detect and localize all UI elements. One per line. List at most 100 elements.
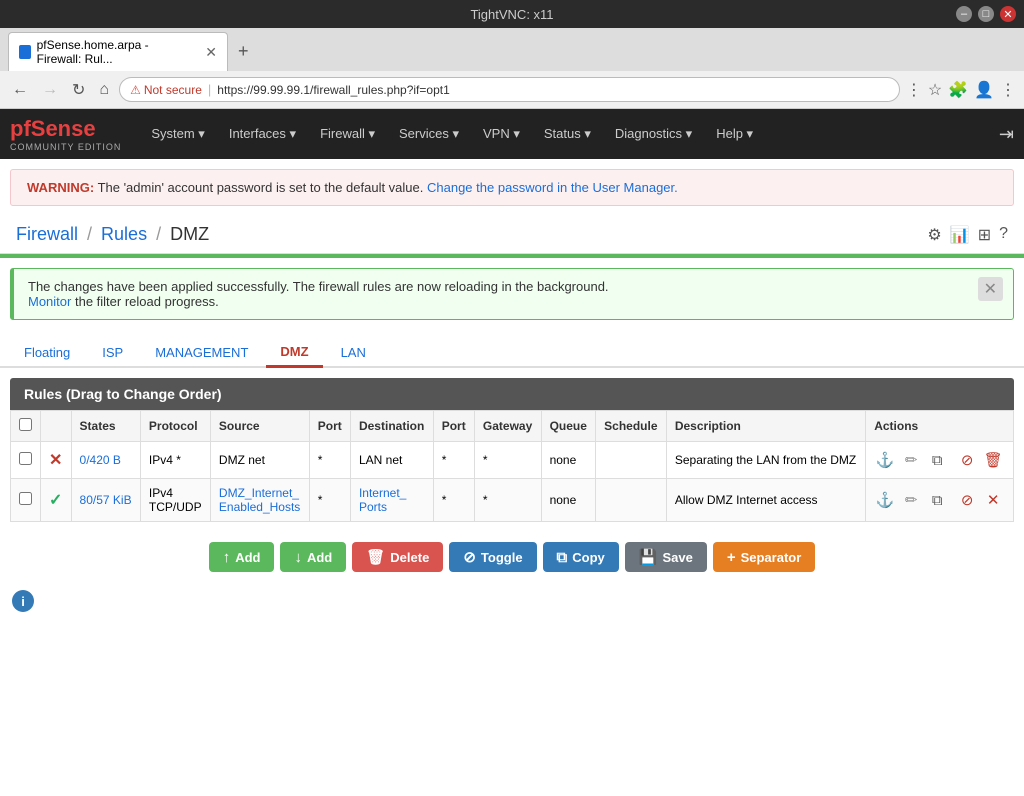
row2-gateway: *	[474, 479, 541, 522]
address-bar[interactable]: ⚠ Not secure | https://99.99.99.1/firewa…	[119, 77, 900, 102]
green-separator	[0, 254, 1024, 258]
col-dst-port: Port	[433, 411, 474, 442]
success-alert: The changes have been applied successful…	[10, 268, 1014, 320]
breadcrumb-sep2: /	[156, 224, 166, 244]
add-down-label: Add	[307, 550, 332, 565]
logout-icon[interactable]: ⇥	[999, 124, 1014, 145]
save-button[interactable]: 💾 Save	[625, 542, 707, 572]
browser-tab[interactable]: pfSense.home.arpa - Firewall: Rul... ✕	[8, 32, 228, 71]
row2-description: Allow DMZ Internet access	[666, 479, 865, 522]
col-checkbox	[11, 411, 41, 442]
toggle-label: Toggle	[481, 550, 523, 565]
nav-system[interactable]: System ▾	[141, 120, 214, 148]
logo-pf: pf	[10, 116, 31, 141]
add-down-button[interactable]: ↓ Add	[280, 542, 346, 572]
row1-delete-icon[interactable]: 🗑	[982, 449, 1004, 471]
warning-text: The 'admin' account password is set to t…	[98, 180, 427, 195]
toggle-button[interactable]: ⊘ Toggle	[449, 542, 536, 572]
profile-icon[interactable]: 👤	[974, 80, 994, 100]
extension-icon[interactable]: 🧩	[948, 80, 968, 100]
monitor-link[interactable]: Monitor	[28, 294, 71, 309]
security-warning: ⚠ Not secure	[130, 83, 202, 97]
titlebar-title: TightVNC: x11	[470, 7, 553, 22]
header-chart-icon[interactable]: 📊	[950, 225, 970, 245]
nav-diagnostics[interactable]: Diagnostics ▾	[605, 120, 702, 148]
nav-vpn[interactable]: VPN ▾	[473, 120, 530, 148]
alert-close-button[interactable]: ✕	[978, 277, 1003, 301]
select-all-checkbox[interactable]	[19, 418, 32, 431]
row1-anchor-icon[interactable]: ⚓	[874, 449, 896, 471]
close-button[interactable]: ✕	[1000, 6, 1016, 22]
row1-actions: ⚓ ✏ ⧉ ⊘ 🗑	[866, 442, 1014, 479]
header-grid-icon[interactable]: ⊞	[978, 225, 991, 245]
bookmark-icon[interactable]: ☆	[928, 80, 942, 100]
separator-button[interactable]: + Separator	[713, 542, 815, 572]
header-help-icon[interactable]: ?	[999, 225, 1008, 245]
nav-interfaces[interactable]: Interfaces ▾	[219, 120, 306, 148]
home-button[interactable]: ⌂	[95, 79, 113, 101]
breadcrumb-rules[interactable]: Rules	[101, 224, 147, 244]
security-label: Not secure	[144, 83, 202, 97]
warning-banner: WARNING: The 'admin' account password is…	[10, 169, 1014, 206]
row2-disable-icon[interactable]: ⊘	[956, 489, 978, 511]
copy-button[interactable]: ⧉ Copy	[543, 542, 619, 572]
success-text: The changes have been applied successful…	[28, 279, 609, 294]
col-gateway: Gateway	[474, 411, 541, 442]
nav-status[interactable]: Status ▾	[534, 120, 601, 148]
col-destination: Destination	[350, 411, 433, 442]
info-row: i	[0, 582, 1024, 620]
row2-badge-cell: ✓	[41, 479, 72, 522]
row1-badge-cell: ✕	[41, 442, 72, 479]
row2-anchor-icon[interactable]: ⚓	[874, 489, 896, 511]
back-button[interactable]: ←	[8, 79, 32, 101]
tab-close-icon[interactable]: ✕	[205, 44, 217, 61]
row2-dest-link[interactable]: Internet_Ports	[359, 486, 406, 514]
nav-help[interactable]: Help ▾	[706, 120, 763, 148]
add-up-button[interactable]: ↑ Add	[209, 542, 275, 572]
nav-menu: System ▾ Interfaces ▾ Firewall ▾ Service…	[141, 120, 999, 148]
row2-states-link[interactable]: 80/57 KiB	[80, 493, 132, 507]
tab-dmz[interactable]: DMZ	[266, 338, 322, 368]
row2-checkbox[interactable]	[19, 492, 32, 505]
row1-disable-icon[interactable]: ⊘	[956, 449, 978, 471]
row2-source-link[interactable]: DMZ_Internet_Enabled_Hosts	[219, 486, 300, 514]
row1-protocol: IPv4 *	[140, 442, 210, 479]
logo-text: pfSense	[10, 116, 121, 142]
info-icon[interactable]: i	[12, 590, 34, 612]
row2-edit-icon[interactable]: ✏	[900, 489, 922, 511]
row2-copy-icon[interactable]: ⧉	[926, 489, 948, 511]
row1-checkbox[interactable]	[19, 452, 32, 465]
titlebar: TightVNC: x11 – □ ✕	[0, 0, 1024, 28]
delete-button[interactable]: 🗑 Delete	[352, 542, 443, 572]
breadcrumb-sep1: /	[87, 224, 97, 244]
maximize-button[interactable]: □	[978, 6, 994, 22]
share-icon[interactable]: ⋮	[906, 80, 922, 100]
table-row: ✓ 80/57 KiB IPv4TCP/UDP DMZ_Internet_Ena…	[11, 479, 1014, 522]
warning-link[interactable]: Change the password in the User Manager.	[427, 180, 678, 195]
tab-floating[interactable]: Floating	[10, 338, 84, 366]
row2-delete-icon[interactable]: ✕	[982, 489, 1004, 511]
tab-isp[interactable]: ISP	[88, 338, 137, 366]
save-label: Save	[662, 550, 692, 565]
more-icon[interactable]: ⋮	[1000, 80, 1016, 100]
toolbar: ↑ Add ↓ Add 🗑 Delete ⊘ Toggle ⧉ Copy 💾 S…	[0, 532, 1024, 582]
minimize-button[interactable]: –	[956, 6, 972, 22]
tab-lan[interactable]: LAN	[327, 338, 380, 366]
logo-sense: Sense	[31, 116, 96, 141]
nav-firewall[interactable]: Firewall ▾	[310, 120, 385, 148]
header-icons: ⚙ 📊 ⊞ ?	[927, 225, 1008, 245]
breadcrumb-firewall[interactable]: Firewall	[16, 224, 78, 244]
separator-icon: +	[727, 549, 736, 566]
reload-button[interactable]: ↻	[68, 78, 89, 102]
col-queue: Queue	[541, 411, 596, 442]
row1-copy-icon[interactable]: ⧉	[926, 449, 948, 471]
row1-states-link[interactable]: 0/420 B	[80, 453, 121, 467]
header-sliders-icon[interactable]: ⚙	[927, 225, 941, 245]
tab-management[interactable]: MANAGEMENT	[141, 338, 262, 366]
row1-edit-icon[interactable]: ✏	[900, 449, 922, 471]
warning-icon: ⚠	[130, 83, 141, 97]
success-suffix: the filter reload progress.	[75, 294, 219, 309]
new-tab-button[interactable]: +	[232, 39, 255, 64]
forward-button[interactable]: →	[38, 79, 62, 101]
nav-services[interactable]: Services ▾	[389, 120, 469, 148]
